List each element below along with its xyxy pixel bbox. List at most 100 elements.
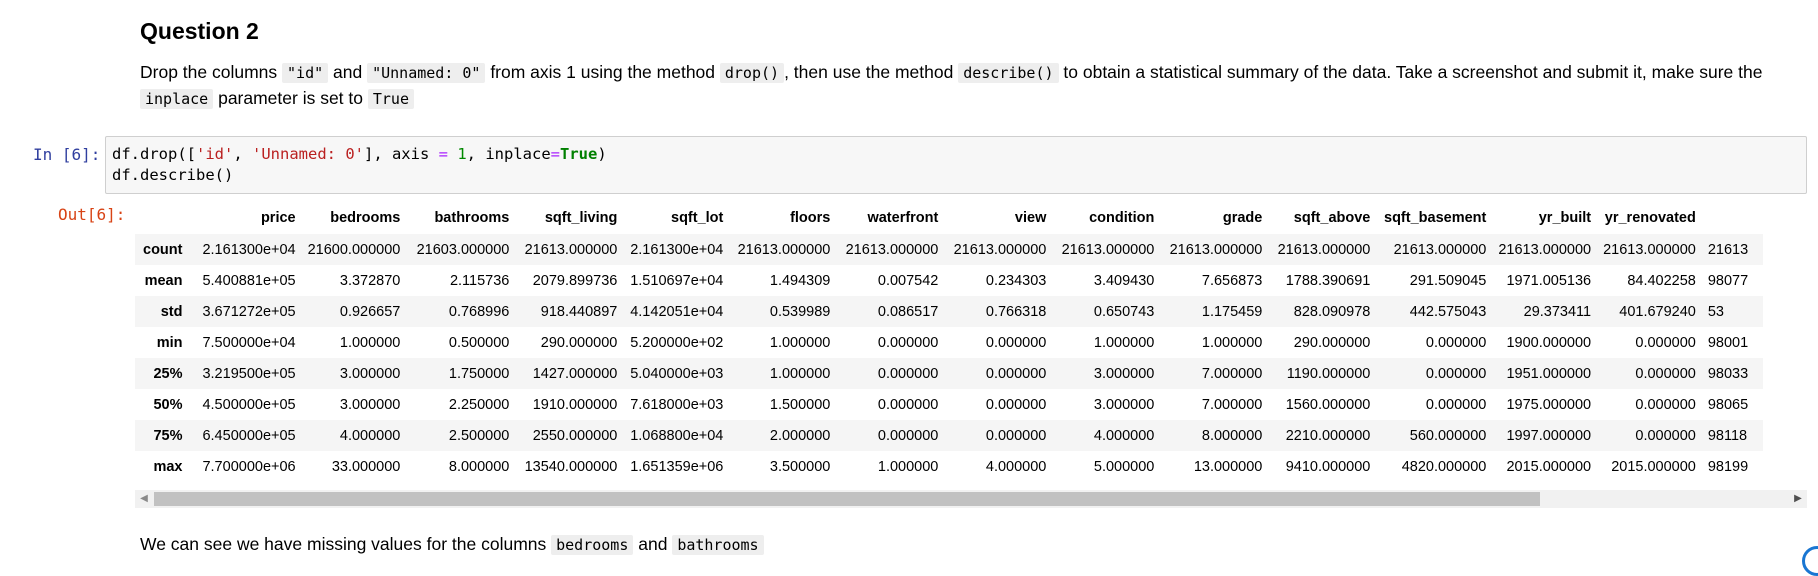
table-cell: 7.618000e+03 bbox=[630, 396, 724, 413]
table-cell: 1.750000 bbox=[448, 365, 510, 382]
table-cell: 828.090978 bbox=[1293, 303, 1371, 320]
corner-badge-icon bbox=[1802, 546, 1818, 576]
table-cell: 1971.005136 bbox=[1506, 272, 1592, 289]
instructions-text: from axis 1 using the method bbox=[485, 62, 720, 82]
table-cell: 21613.000000 bbox=[1393, 241, 1487, 258]
table-cell: 1427.000000 bbox=[532, 365, 618, 382]
table-row: max 7.700000e+06 33.000000 8.000000 13540.00… bbox=[135, 451, 1763, 482]
table-cell: 1.000000 bbox=[877, 458, 939, 475]
table-cell: 0.539989 bbox=[769, 303, 831, 320]
scrollbar-thumb[interactable] bbox=[154, 492, 1540, 506]
index-header bbox=[135, 202, 190, 234]
instructions-text: parameter is set to bbox=[213, 88, 368, 108]
table-cell: 0.000000 bbox=[877, 427, 939, 444]
inline-code: inplace bbox=[140, 89, 214, 109]
table-cell: 7.700000e+06 bbox=[202, 458, 296, 475]
output-area: price bedrooms bathrooms sqft_living sqft_lo… bbox=[135, 202, 1807, 497]
table-row: 75% 6.450000e+05 4.000000 2.500000 2550.0000… bbox=[135, 420, 1763, 451]
table-cell: 0.000000 bbox=[985, 365, 1047, 382]
table-cell: 2.000000 bbox=[769, 427, 831, 444]
table-cell: 21613.000000 bbox=[1603, 241, 1696, 258]
table-cell: 2.115736 bbox=[449, 272, 510, 289]
row-label: 25% bbox=[153, 365, 183, 382]
table-cell: 0.650743 bbox=[1093, 303, 1155, 320]
table-cell: 21613.000000 bbox=[953, 241, 1047, 258]
table-cell: 2550.000000 bbox=[532, 427, 618, 444]
table-cell: 4.000000 bbox=[985, 458, 1047, 475]
table-cell: 3.000000 bbox=[1093, 365, 1155, 382]
table-cell: 21613.000000 bbox=[1498, 241, 1592, 258]
table-cell: 401.679240 bbox=[1619, 303, 1696, 320]
table-cell: 1.000000 bbox=[1201, 334, 1263, 351]
table-cell: 0.086517 bbox=[877, 303, 939, 320]
table-cell: 560.000000 bbox=[1409, 427, 1487, 444]
scroll-right-arrow-icon[interactable]: ▶ bbox=[1789, 490, 1807, 508]
table-cell: 21613 bbox=[1707, 241, 1749, 258]
table-cell: 0.000000 bbox=[877, 334, 939, 351]
table-cell: 1900.000000 bbox=[1506, 334, 1592, 351]
table-cell: 0.000000 bbox=[985, 396, 1047, 413]
table-cell: 21613.000000 bbox=[737, 241, 831, 258]
table-cell: 3.500000 bbox=[769, 458, 831, 475]
table-cell: 2079.899736 bbox=[532, 272, 618, 289]
table-cell: 1.500000 bbox=[769, 396, 831, 413]
table-cell: 1.494309 bbox=[769, 272, 831, 289]
row-label: mean bbox=[144, 272, 183, 289]
row-label: count bbox=[143, 241, 183, 258]
table-cell: 291.509045 bbox=[1409, 272, 1487, 289]
table-cell: 21613.000000 bbox=[1061, 241, 1155, 258]
instructions-paragraph: Drop the columns "id" and "Unnamed: 0" f… bbox=[140, 60, 1800, 112]
note-paragraph: We can see we have missing values for th… bbox=[140, 534, 764, 555]
scroll-left-arrow-icon[interactable]: ◀ bbox=[135, 490, 153, 508]
inline-code: bedrooms bbox=[551, 535, 634, 555]
column-header: floors bbox=[790, 210, 831, 226]
table-cell: 442.575043 bbox=[1409, 303, 1487, 320]
table-cell: 2.250000 bbox=[448, 396, 510, 413]
table-cell: 1190.000000 bbox=[1286, 365, 1371, 382]
table-cell: 3.372870 bbox=[339, 272, 401, 289]
horizontal-scrollbar[interactable]: ◀ ▶ bbox=[135, 490, 1807, 508]
column-header bbox=[1696, 202, 1763, 234]
table-cell: 0.766318 bbox=[985, 303, 1047, 320]
column-header: sqft_above bbox=[1293, 210, 1371, 226]
table-cell: 0.926657 bbox=[339, 303, 401, 320]
table-header-row: price bedrooms bathrooms sqft_living sqft_lo… bbox=[135, 202, 1763, 234]
table-cell: 4.500000e+05 bbox=[202, 396, 296, 413]
table-cell: 21600.000000 bbox=[307, 241, 401, 258]
code-input-cell[interactable]: df.drop(['id', 'Unnamed: 0'], axis = 1, … bbox=[105, 136, 1807, 194]
table-cell: 2210.000000 bbox=[1285, 427, 1371, 444]
table-cell: 29.373411 bbox=[1523, 303, 1592, 320]
table-cell: 1.000000 bbox=[769, 365, 831, 382]
table-cell: 0.000000 bbox=[877, 365, 939, 382]
table-cell: 0.000000 bbox=[877, 396, 939, 413]
table-cell: 1.510697e+04 bbox=[630, 272, 724, 289]
code-string: 'id' bbox=[196, 145, 234, 163]
column-header: price bbox=[260, 210, 296, 226]
code-token: , bbox=[233, 145, 252, 163]
column-header: yr_built bbox=[1538, 210, 1592, 226]
table-cell: 3.000000 bbox=[339, 396, 401, 413]
row-label: min bbox=[156, 334, 183, 351]
table-cell: 1910.000000 bbox=[532, 396, 618, 413]
table-cell: 1560.000000 bbox=[1285, 396, 1371, 413]
column-header: sqft_basement bbox=[1384, 210, 1487, 226]
table-cell: 5.400881e+05 bbox=[202, 272, 296, 289]
table-cell: 0.000000 bbox=[985, 427, 1047, 444]
table-cell: 4.000000 bbox=[339, 427, 401, 444]
table-cell: 7.000000 bbox=[1201, 365, 1263, 382]
table-cell: 1951.000000 bbox=[1506, 365, 1592, 382]
code-token: , inplace bbox=[466, 145, 551, 163]
table-cell: 53 bbox=[1707, 303, 1724, 320]
table-cell: 7.656873 bbox=[1201, 272, 1263, 289]
inline-code: describe() bbox=[958, 63, 1059, 83]
table-cell: 0.007542 bbox=[877, 272, 939, 289]
table-cell: 290.000000 bbox=[540, 334, 618, 351]
column-header: bathrooms bbox=[434, 210, 510, 226]
row-label: max bbox=[153, 458, 183, 475]
table-cell: 3.671272e+05 bbox=[202, 303, 296, 320]
table-cell: 0.000000 bbox=[1635, 427, 1696, 444]
table-cell: 2015.000000 bbox=[1611, 458, 1696, 475]
table-cell: 1788.390691 bbox=[1285, 272, 1371, 289]
table-cell: 1975.000000 bbox=[1506, 396, 1592, 413]
column-header: sqft_living bbox=[544, 210, 618, 226]
